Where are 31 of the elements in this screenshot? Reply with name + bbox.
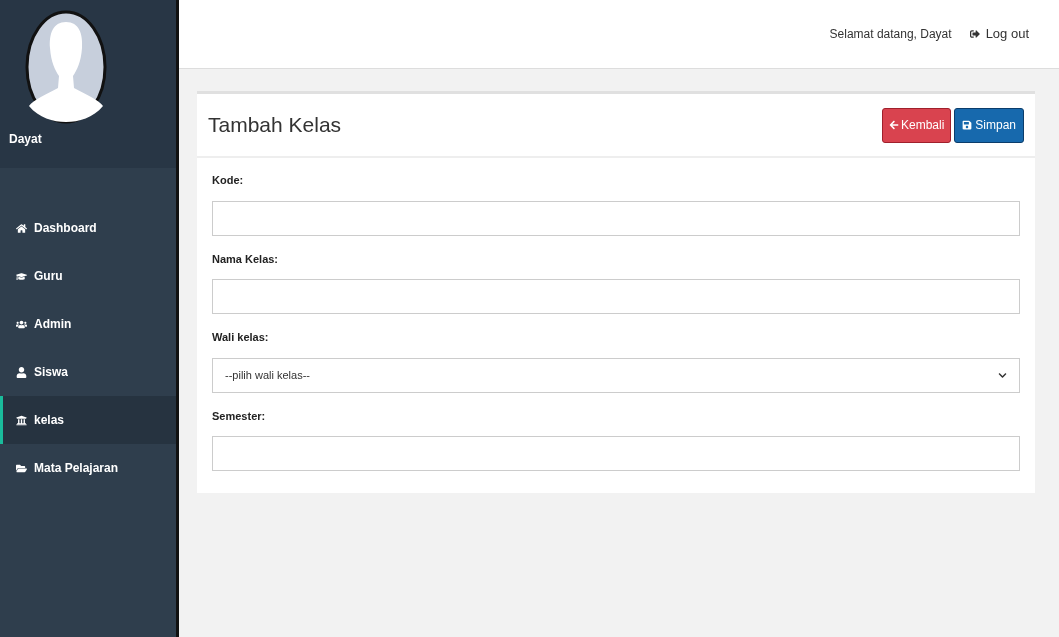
text-field[interactable]: [212, 436, 1020, 471]
logout-link[interactable]: Log out: [969, 24, 1029, 44]
user-icon: [16, 366, 27, 378]
sidebar-item[interactable]: Guru: [0, 252, 176, 300]
text-field[interactable]: [212, 200, 1020, 236]
sidebar-item[interactable]: Admin: [0, 300, 176, 348]
arrow-left-icon: [888, 120, 899, 130]
field-label: Kode:: [212, 173, 245, 188]
graduation-cap-icon: [16, 270, 27, 282]
field-label: Nama Kelas:: [212, 251, 280, 267]
sidebar-item[interactable]: kelas: [0, 396, 176, 444]
back-button[interactable]: Kembali: [881, 107, 952, 143]
sidebar-item[interactable]: Siswa: [0, 348, 176, 396]
chevron-down-icon: [998, 370, 1007, 380]
sidebar-item[interactable]: Mata Pelajaran: [0, 444, 176, 492]
sidebar-item[interactable]: Dashboard: [0, 204, 176, 252]
save-icon: [962, 120, 973, 130]
text-field[interactable]: [212, 279, 1020, 314]
users-icon: [16, 318, 27, 330]
building-icon: [16, 414, 27, 426]
logout-icon: [969, 29, 980, 39]
save-button[interactable]: Simpan: [954, 107, 1024, 143]
field-label: Semester:: [212, 408, 267, 424]
home-icon: [16, 222, 27, 234]
select-field[interactable]: --pilih wali kelas--: [212, 357, 1020, 393]
user-name: Dayat: [9, 131, 43, 148]
field-label: Wali kelas:: [212, 330, 270, 345]
folder-icon: [16, 462, 27, 474]
avatar-icon: [25, 10, 107, 124]
greeting-text: Selamat datang, Dayat: [829, 26, 952, 43]
form-title: Tambah Kelas: [208, 112, 342, 139]
